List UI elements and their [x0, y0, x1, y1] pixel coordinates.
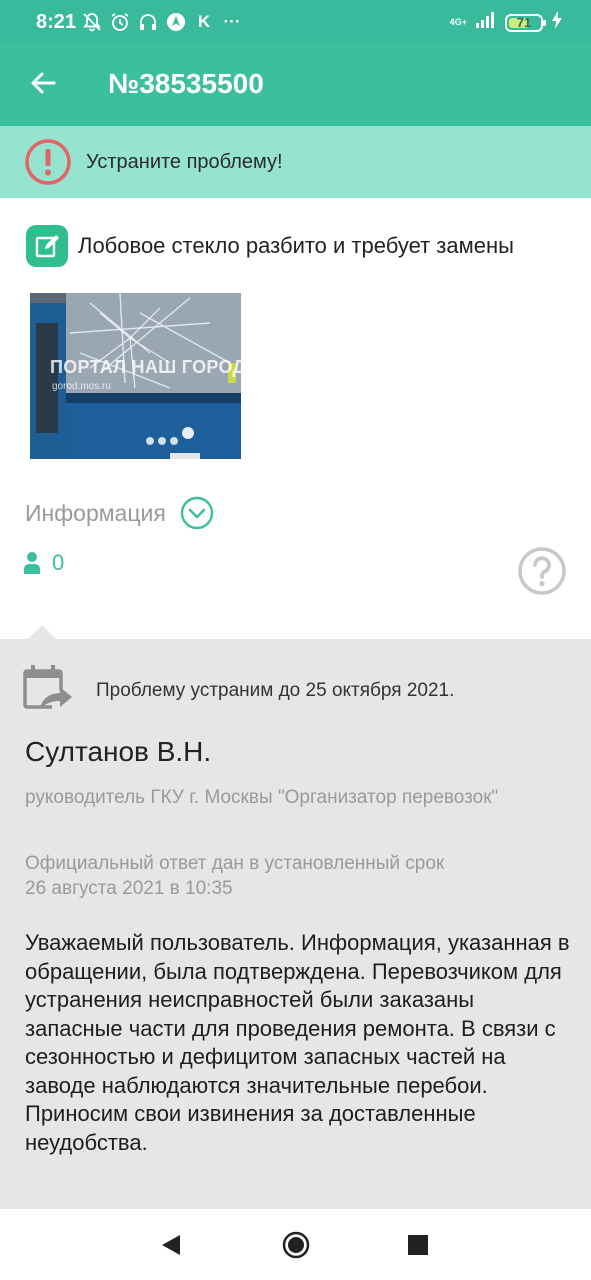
response-body: Уважаемый пользователь. Информация, указ…	[25, 930, 570, 1155]
photo-watermark-url: gorod.mos.ru	[52, 381, 111, 392]
more-icon: ···	[223, 12, 241, 31]
nav-home-icon[interactable]	[282, 1231, 310, 1259]
chevron-down-icon	[180, 496, 214, 530]
info-label: Информация	[25, 499, 166, 526]
battery-icon: 71	[505, 13, 546, 32]
navigation-icon	[166, 12, 186, 32]
system-nav-bar	[0, 1209, 591, 1280]
supporters-counter[interactable]: 0	[24, 550, 64, 576]
nav-back-icon[interactable]	[160, 1233, 182, 1257]
back-button[interactable]	[22, 62, 64, 104]
edit-note-icon	[26, 225, 68, 267]
help-icon[interactable]	[517, 546, 567, 596]
supporters-count: 0	[52, 550, 65, 575]
person-icon	[24, 552, 40, 574]
app-bar: №38535500	[0, 42, 591, 126]
headphones-icon	[138, 12, 158, 32]
alarm-icon	[110, 12, 130, 32]
issue-description: Лобовое стекло разбито и требует замены	[26, 225, 514, 267]
alert-banner: Устраните проблему!	[0, 126, 591, 198]
status-bar: 8:21 K ··· 4G+ 71	[0, 0, 591, 42]
info-toggle[interactable]: Информация	[25, 496, 214, 530]
bell-off-icon	[82, 12, 102, 32]
warning-icon	[25, 139, 71, 185]
status-time: 8:21	[36, 11, 77, 33]
status-system-icons: 4G+ 71	[450, 11, 563, 34]
signal-icon	[475, 11, 497, 34]
battery-percent: 71	[516, 15, 532, 30]
alert-text: Устраните проблему!	[86, 151, 283, 173]
calendar-forward-icon	[23, 665, 74, 713]
photo-watermark: ПОРТАЛ НАШ ГОРОД	[50, 357, 241, 377]
k-icon: K	[197, 12, 211, 31]
charging-icon	[551, 11, 563, 34]
response-date: 26 августа 2021 в 10:35	[25, 878, 233, 899]
official-response: Проблему устраним до 25 октября 2021. Су…	[0, 625, 591, 1209]
page-title: №38535500	[108, 68, 264, 99]
deadline-text: Проблему устраним до 25 октября 2021.	[96, 680, 455, 701]
nav-recent-icon[interactable]	[408, 1235, 428, 1255]
issue-text: Лобовое стекло разбито и требует замены	[78, 233, 514, 258]
response-notch	[28, 625, 56, 639]
arrow-left-icon	[31, 72, 56, 94]
status-notification-icons: K ···	[82, 12, 242, 32]
official-note: Официальный ответ дан в установленный ср…	[25, 853, 445, 874]
issue-photo[interactable]: ПОРТАЛ НАШ ГОРОД gorod.mos.ru	[30, 293, 241, 459]
network-type: 4G+	[449, 17, 467, 27]
responder-name: Султанов В.Н.	[25, 736, 212, 767]
responder-position: руководитель ГКУ г. Москвы "Организатор …	[25, 787, 499, 808]
